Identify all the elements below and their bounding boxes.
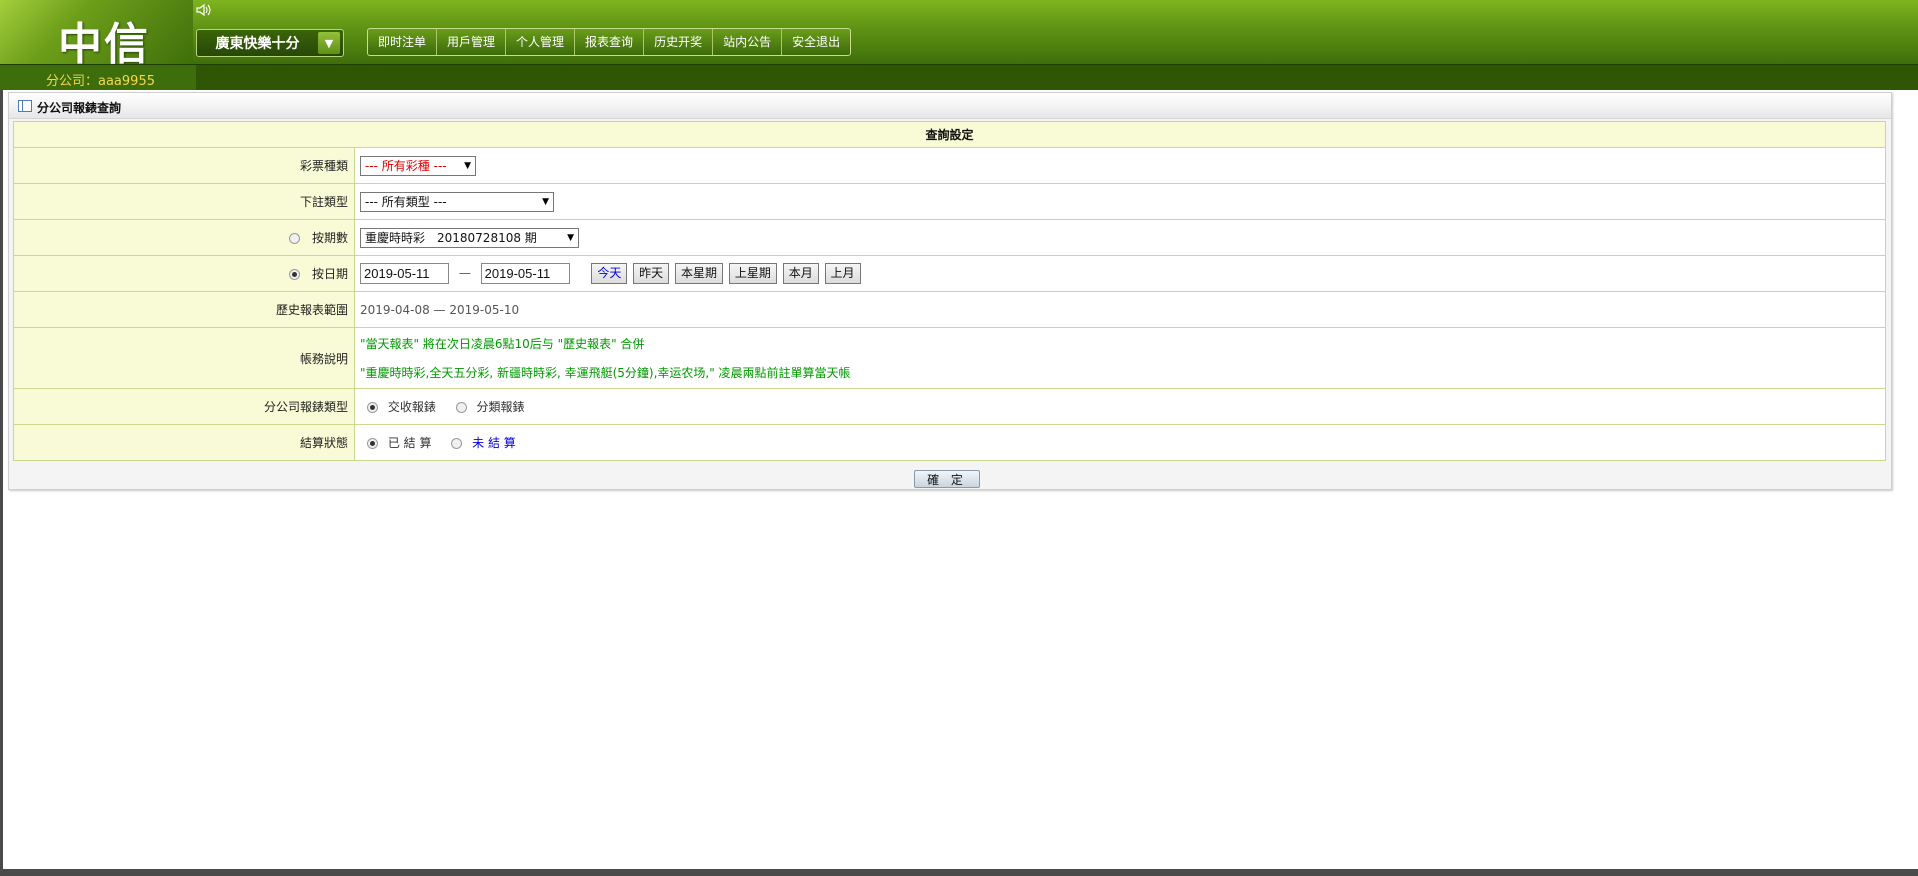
by-date-radio[interactable] <box>289 269 301 280</box>
lottery-type-value: --- 所有彩種 --- <box>365 159 447 173</box>
report-query-panel: 分公司報錶查詢 查詢設定 彩票種類 --- 所有彩種 --- ▼ 下註類型 --… <box>8 92 1892 490</box>
history-range-value: 2019-04-08 — 2019-05-10 <box>354 291 1886 328</box>
settle-status-label: 結算狀態 <box>13 424 355 461</box>
end-date-input[interactable]: 2019-05-11 <box>480 263 570 284</box>
unsettled-label: 未 結 算 <box>472 436 516 450</box>
settled-label: 已 結 算 <box>387 436 432 450</box>
chevron-down-icon: ▼ <box>567 232 574 243</box>
chevron-down-icon[interactable]: ▼ <box>318 32 340 54</box>
chevron-down-icon: ▼ <box>542 196 549 207</box>
this-week-button[interactable]: 本星期 <box>675 263 724 284</box>
account-note-line-2: "重慶時時彩,全天五分彩, 新疆時時彩, 幸運飛艇(5分鐘),幸运农场," 凌晨… <box>360 366 851 380</box>
account-note-label: 帳務說明 <box>13 327 355 389</box>
panel-title: 分公司報錶查詢 <box>37 101 122 115</box>
period-value: 重慶時時彩 20180728108 期 <box>365 231 537 245</box>
settled-radio[interactable] <box>367 438 378 449</box>
main-nav: 即时注单 用戶管理 个人管理 报表查询 历史开奖 站内公告 安全退出 <box>367 28 852 56</box>
by-period-label: 按期數 <box>311 231 348 245</box>
window-icon <box>18 100 32 112</box>
nav-item-announcements[interactable]: 站内公告 <box>713 29 783 55</box>
bet-type-value: --- 所有類型 --- <box>365 195 447 209</box>
game-select-label: 廣東快樂十分 <box>215 36 300 52</box>
account-note-line-1: "當天報表" 將在次日凌晨6點10后与 "歷史報表" 合併 <box>360 337 645 351</box>
unsettled-radio[interactable] <box>451 438 463 449</box>
lottery-type-label: 彩票種類 <box>13 147 355 184</box>
report-type-label: 分公司報錶類型 <box>13 388 355 425</box>
account-label: 分公司：aaa9955 <box>46 74 155 89</box>
panel-title-bar: 分公司報錶查詢 <box>9 93 1891 119</box>
date-separator: — <box>458 266 471 280</box>
window-bottom-edge <box>0 869 1918 876</box>
this-month-button[interactable]: 本月 <box>782 263 819 284</box>
by-period-radio[interactable] <box>289 233 301 244</box>
today-button[interactable]: 今天 <box>591 263 628 284</box>
nav-item-logout[interactable]: 安全退出 <box>782 29 850 55</box>
bet-type-label: 下註類型 <box>13 183 355 220</box>
nav-item-user-management[interactable]: 用戶管理 <box>437 29 507 55</box>
logo-area: 中信 <box>0 0 193 70</box>
speaker-icon[interactable] <box>196 3 214 17</box>
sub-bar: 分公司：aaa9955 <box>0 64 1918 90</box>
nav-item-report-query[interactable]: 报表查询 <box>575 29 645 55</box>
settlement-report-label: 交收報錶 <box>387 400 436 414</box>
section-header: 查詢設定 <box>13 121 1886 148</box>
submit-button[interactable]: 確 定 <box>914 470 980 488</box>
by-date-label: 按日期 <box>311 267 348 281</box>
window-edge <box>0 90 3 876</box>
game-select[interactable]: 廣東快樂十分 ▼ <box>196 29 344 57</box>
account-area: 分公司：aaa9955 <box>0 65 196 90</box>
category-report-radio[interactable] <box>455 402 467 413</box>
bet-type-select[interactable]: --- 所有類型 --- ▼ <box>360 191 554 212</box>
period-select[interactable]: 重慶時時彩 20180728108 期 ▼ <box>360 227 579 248</box>
chevron-down-icon: ▼ <box>464 160 471 171</box>
settlement-report-radio[interactable] <box>367 402 378 413</box>
yesterday-button[interactable]: 昨天 <box>633 263 670 284</box>
nav-item-personal-management[interactable]: 个人管理 <box>506 29 576 55</box>
last-week-button[interactable]: 上星期 <box>728 263 777 284</box>
category-report-label: 分類報錶 <box>476 400 525 414</box>
start-date-input[interactable]: 2019-05-11 <box>360 263 449 284</box>
nav-item-draw-history[interactable]: 历史开奖 <box>644 29 714 55</box>
query-form: 查詢設定 彩票種類 --- 所有彩種 --- ▼ 下註類型 --- 所有類型 -… <box>13 121 1886 461</box>
last-month-button[interactable]: 上月 <box>824 263 861 284</box>
history-range-label: 歷史報表範圍 <box>13 291 355 328</box>
lottery-type-select[interactable]: --- 所有彩種 --- ▼ <box>360 155 476 176</box>
logo: 中信 <box>58 19 150 70</box>
top-header: 中信 廣東快樂十分 ▼ 即时注单 用戶管理 个人管理 报表查询 历史开奖 站内公… <box>0 0 1918 70</box>
nav-item-live-bets[interactable]: 即时注单 <box>368 29 438 55</box>
